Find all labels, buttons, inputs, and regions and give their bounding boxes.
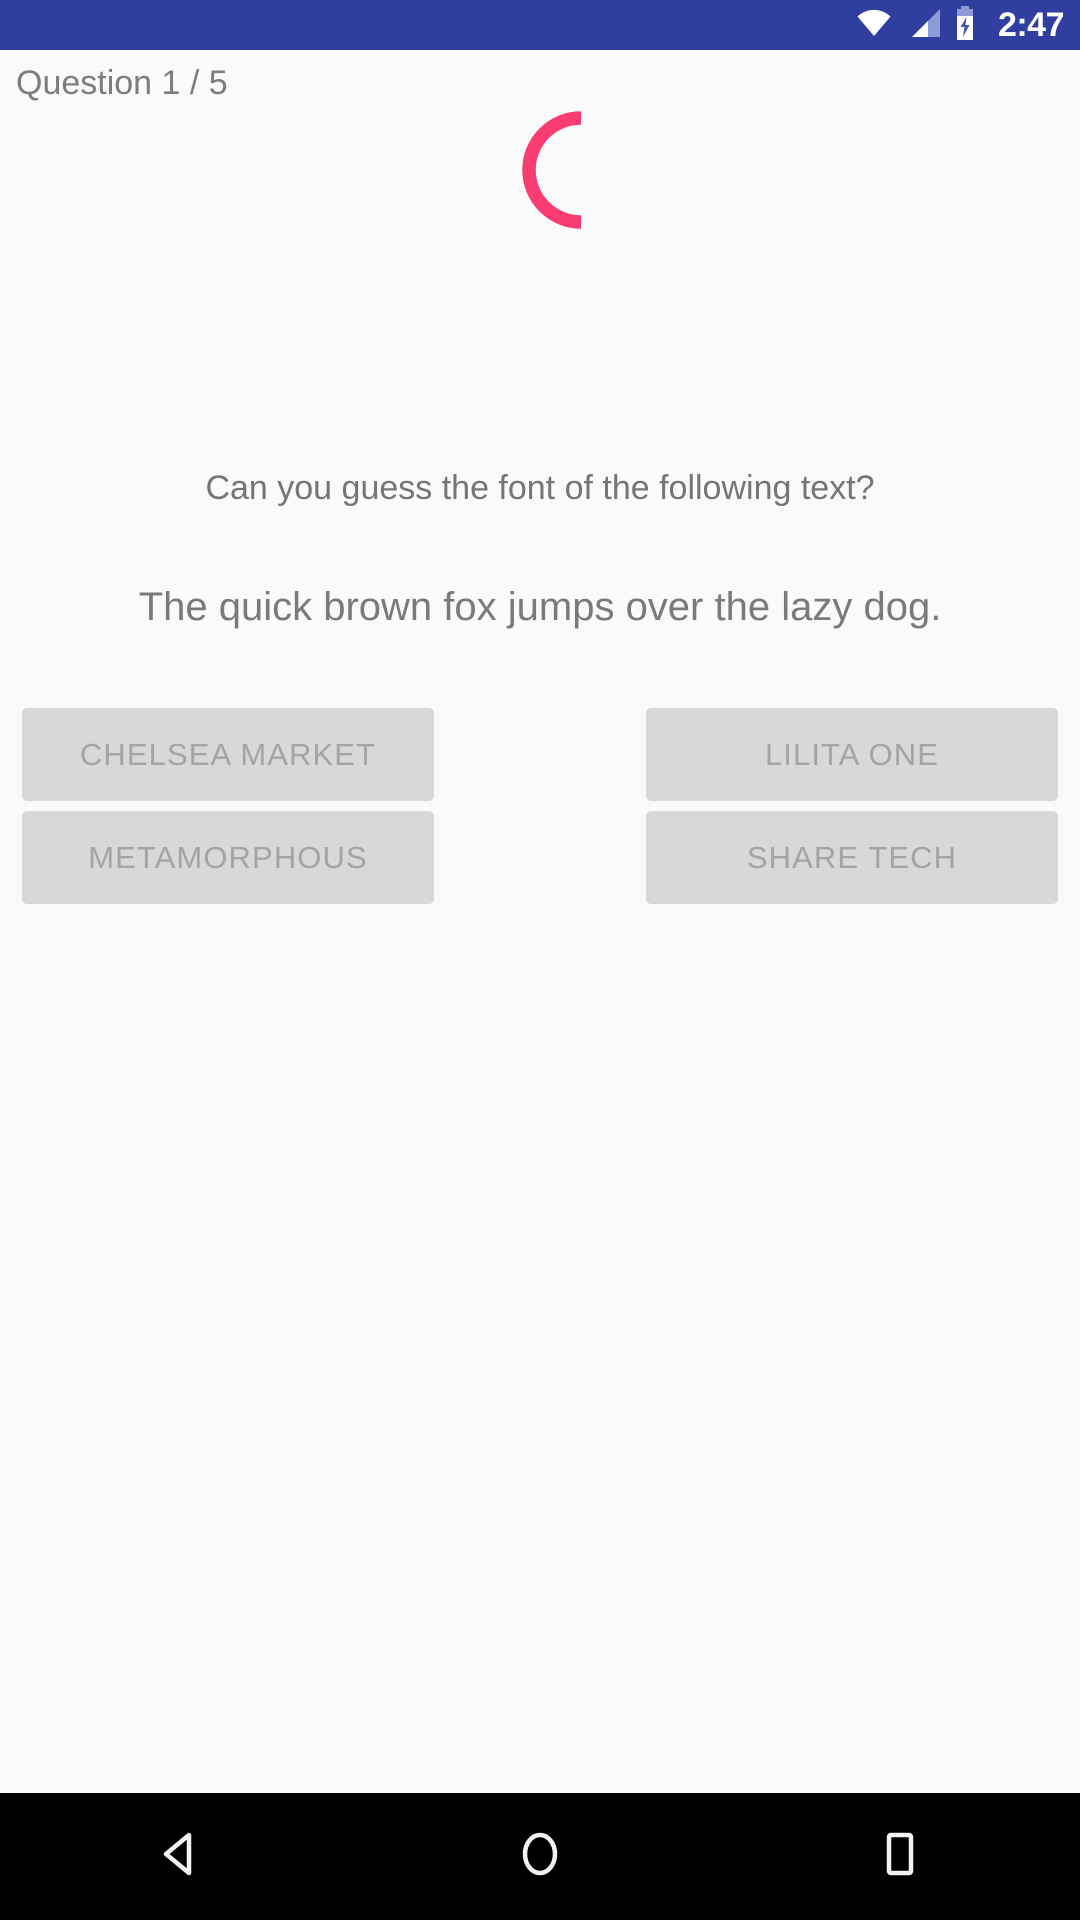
font-sample-text: The quick brown fox jumps over the lazy …	[138, 585, 942, 629]
cellular-signal-icon	[904, 3, 942, 48]
status-bar-icons: 2:47	[854, 0, 1065, 50]
answer-option-2[interactable]: LILITA ONE	[646, 708, 1058, 801]
wifi-icon	[854, 3, 894, 48]
back-button[interactable]	[90, 1793, 270, 1920]
recents-square-icon	[870, 1824, 930, 1889]
question-prompt: Can you guess the font of the following …	[205, 469, 875, 507]
home-circle-icon	[510, 1824, 570, 1889]
answer-options-grid: CHELSEA MARKET LILITA ONE METAMORPHOUS S…	[22, 708, 1058, 904]
status-bar: 2:47	[0, 0, 1080, 50]
answer-option-1[interactable]: CHELSEA MARKET	[22, 708, 434, 801]
home-button[interactable]	[450, 1793, 630, 1920]
spinner-container	[0, 100, 1080, 240]
android-navigation-bar	[0, 1793, 1080, 1920]
question-counter: Question 1 / 5	[16, 64, 228, 102]
answer-option-3[interactable]: METAMORPHOUS	[22, 811, 434, 904]
status-bar-clock: 2:47	[997, 6, 1065, 44]
back-triangle-icon	[150, 1824, 210, 1889]
app-screen: 2:47 Question 1 / 5 Can you guess the fo…	[0, 0, 1080, 1920]
loading-spinner	[522, 111, 582, 229]
recents-button[interactable]	[810, 1793, 990, 1920]
battery-charging-icon	[952, 3, 978, 48]
answer-option-4[interactable]: SHARE TECH	[646, 811, 1058, 904]
